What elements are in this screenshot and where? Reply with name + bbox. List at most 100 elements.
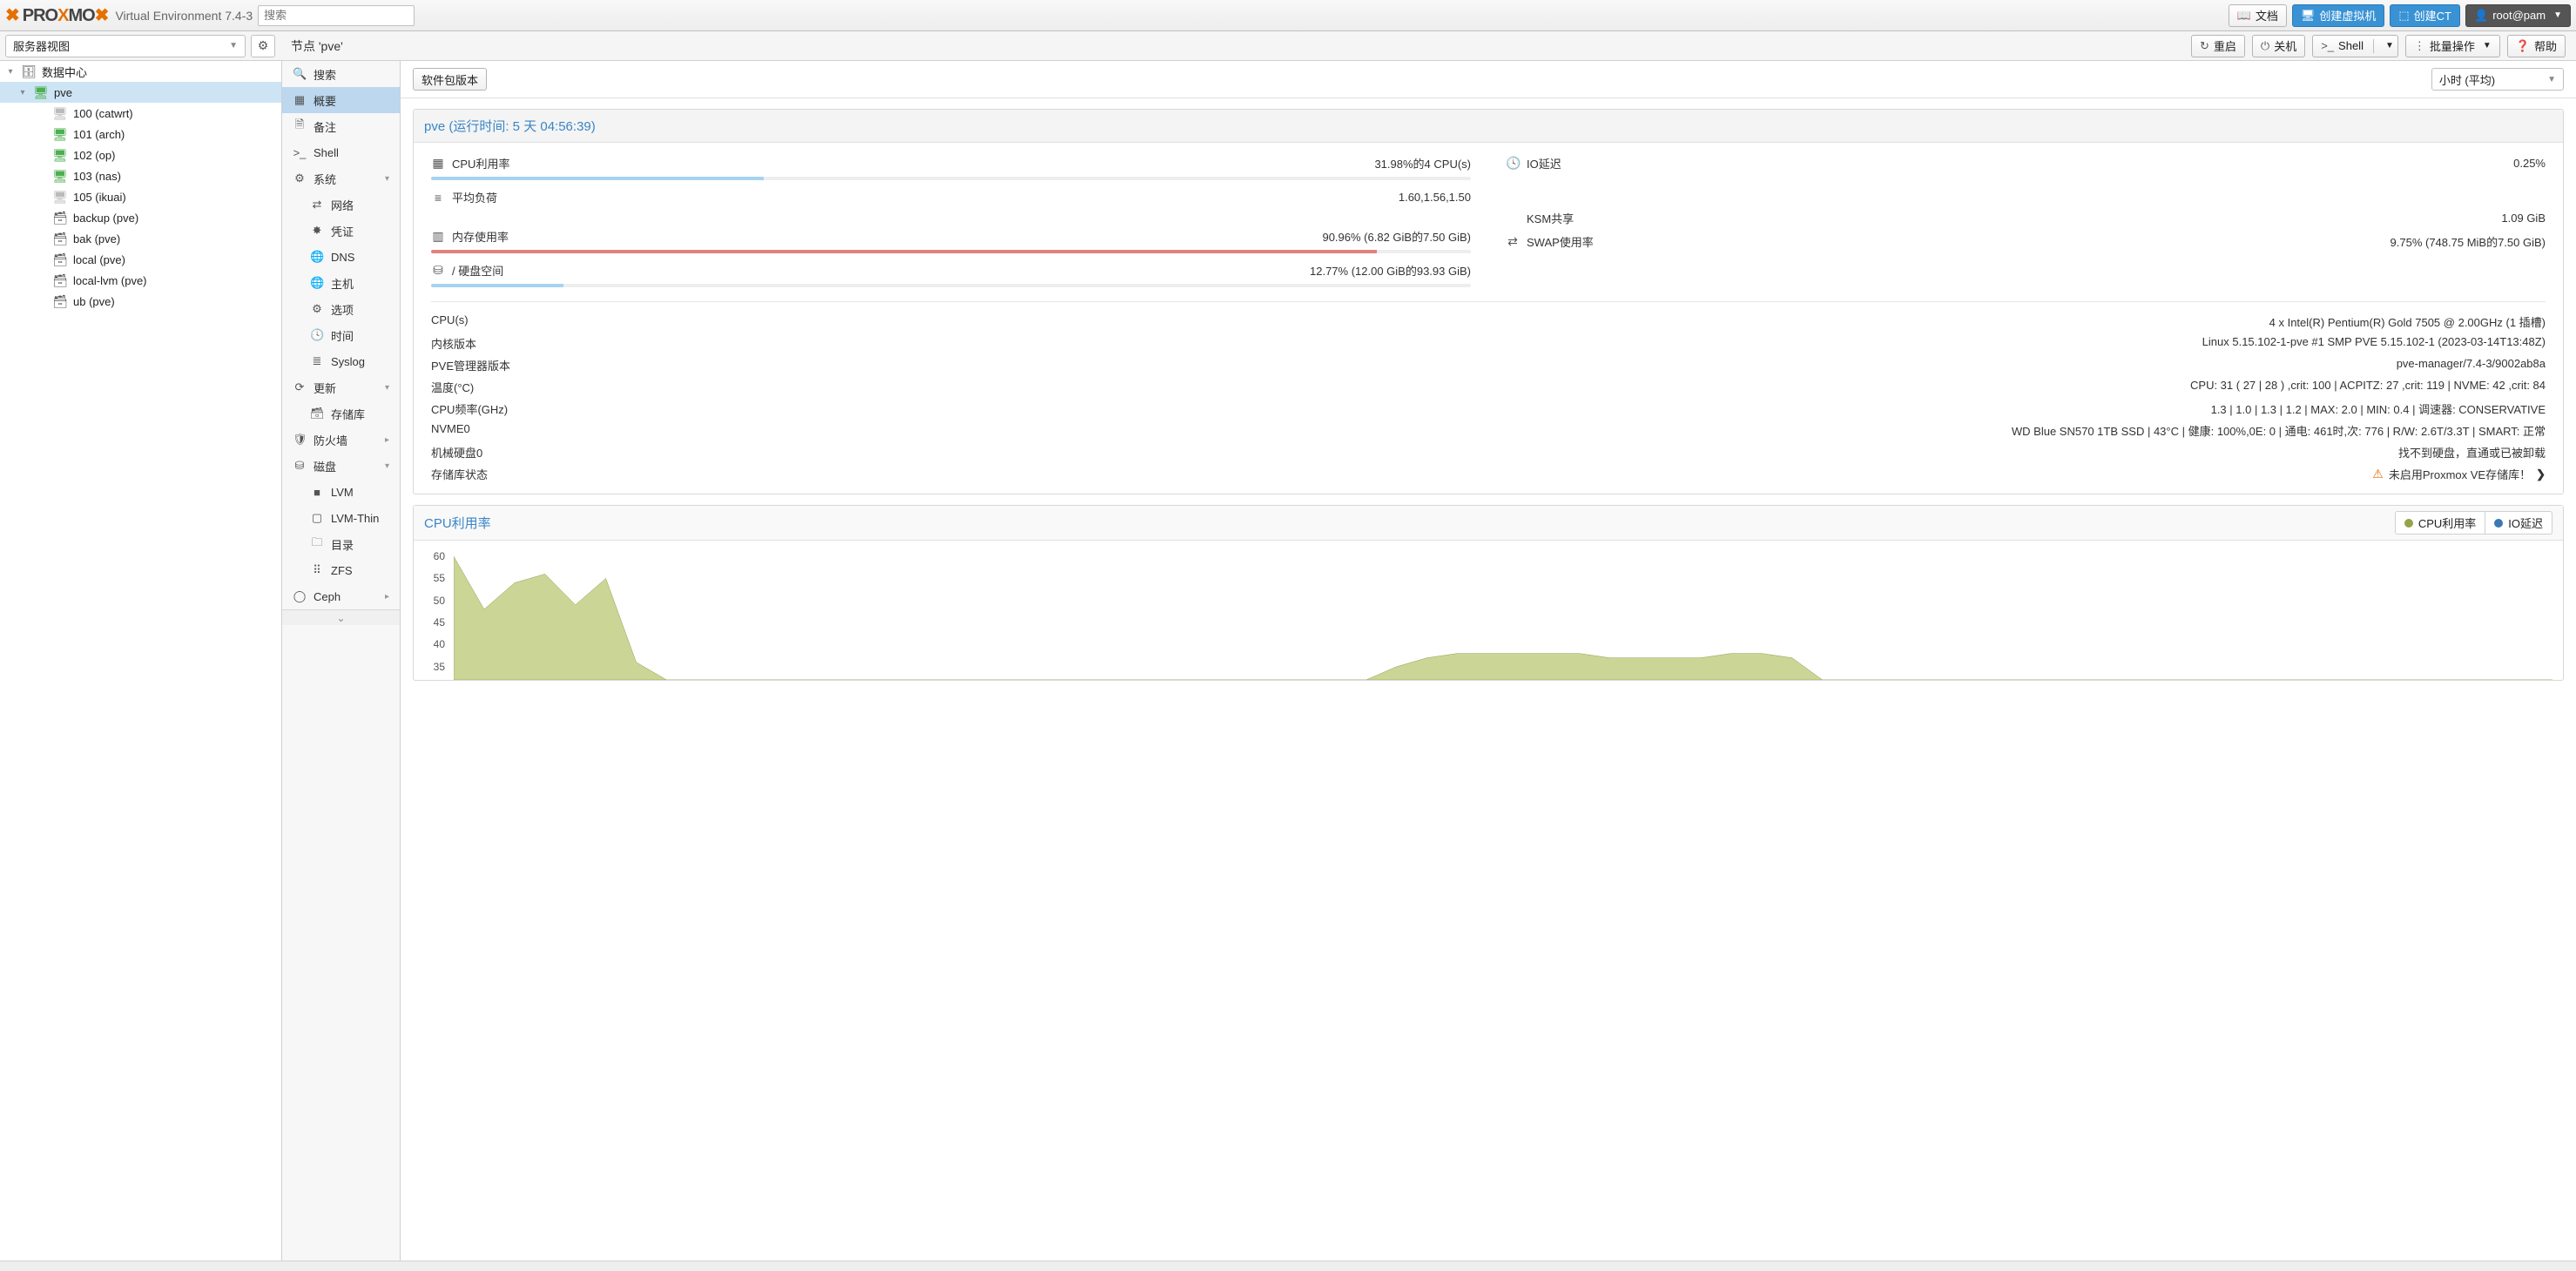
time-range-combo[interactable]: 小时 (平均) ▼	[2431, 68, 2564, 91]
nav-item[interactable]: >_Shell	[282, 139, 400, 165]
reboot-button[interactable]: ↻ 重启	[2191, 35, 2245, 57]
nav-item-icon: ⇄	[310, 198, 324, 212]
nav-item-label: DNS	[331, 251, 354, 264]
create-ct-button[interactable]: ⬚ 创建CT	[2390, 4, 2460, 27]
nav-item[interactable]: ≣Syslog	[282, 348, 400, 374]
nav-item[interactable]: 🗎备注	[282, 113, 400, 139]
stat-label: CPU利用率	[452, 155, 509, 171]
chevron-down-icon: ⌄	[336, 612, 345, 624]
bulk-label: 批量操作	[2430, 37, 2475, 54]
nav-item[interactable]: ■LVM	[282, 479, 400, 505]
nav-item-label: Syslog	[331, 355, 365, 368]
nav-item[interactable]: 🕓时间	[282, 322, 400, 348]
legend-label: CPU利用率	[2418, 514, 2476, 531]
package-versions-button[interactable]: 软件包版本	[413, 68, 487, 91]
info-key: 温度(°C)	[431, 379, 474, 395]
tree-item[interactable]: ▾🗄数据中心	[0, 61, 281, 82]
top-search-wrap	[258, 5, 415, 26]
tree-item[interactable]: ▾🖥pve	[0, 82, 281, 103]
nav-item[interactable]: ⠿ZFS	[282, 557, 400, 583]
nav-item-icon: ⛁	[293, 459, 307, 473]
tree-item[interactable]: 🗃local (pve)	[0, 249, 281, 270]
stat-row: ▦CPU利用率31.98%的4 CPU(s)	[431, 151, 1471, 175]
stat-bar	[431, 284, 1471, 287]
nav-item[interactable]: ⚙系统▾	[282, 165, 400, 192]
shell-label: Shell	[2338, 39, 2364, 52]
chevron-icon: ▾	[385, 461, 389, 471]
main-layout: ▾🗄数据中心▾🖥pve🖥100 (catwrt)🖥101 (arch)🖥102 …	[0, 61, 2576, 1261]
user-menu-button[interactable]: 👤 root@pam ▼	[2465, 4, 2571, 27]
tree-item[interactable]: 🗃bak (pve)	[0, 228, 281, 249]
repo-status-value: 未启用Proxmox VE存储库！	[2389, 466, 2531, 482]
nav-item[interactable]: 🔍搜索	[282, 61, 400, 87]
nav-item[interactable]: 🌐主机	[282, 270, 400, 296]
tree-item[interactable]: 🖥105 (ikuai)	[0, 186, 281, 207]
book-icon: 📖	[2237, 9, 2251, 23]
node-toolbar: ↻ 重启 ⏻ 关机 >_ Shell ▼ ⋮ 批量操作 ▼ ❓ 帮助	[2191, 35, 2571, 57]
tree-item[interactable]: 🖥100 (catwrt)	[0, 103, 281, 124]
y-tick-label: 35	[434, 661, 445, 673]
stat-bar	[431, 250, 1471, 253]
tree-item[interactable]: 🖥102 (op)	[0, 145, 281, 165]
chevron-icon: ▾	[385, 383, 389, 393]
nav-item-label: 概要	[314, 92, 336, 109]
help-button[interactable]: ❓ 帮助	[2507, 35, 2566, 57]
nav-item[interactable]: ⟳更新▾	[282, 374, 400, 400]
nav-item-label: 网络	[331, 197, 354, 213]
breadcrumb: 节点 'pve'	[280, 37, 2186, 55]
tree-item-label: 数据中心	[42, 64, 87, 80]
nav-collapse-toggle[interactable]: ⌄	[282, 609, 400, 625]
nav-item[interactable]: 🗀目录	[282, 531, 400, 557]
view-selector-combo[interactable]: 服务器视图 ▼	[5, 35, 246, 57]
nav-item[interactable]: 🛡防火墙▸	[282, 427, 400, 453]
nav-item-icon: 🗀	[310, 535, 324, 554]
shell-button[interactable]: >_ Shell ▼	[2312, 35, 2398, 57]
nav-item-icon: 🕓	[310, 328, 324, 342]
shutdown-button[interactable]: ⏻ 关机	[2252, 35, 2305, 57]
tree-item[interactable]: 🖥101 (arch)	[0, 124, 281, 145]
nav-item[interactable]: ⇄ 网络	[282, 192, 400, 218]
legend-item[interactable]: CPU利用率	[2395, 511, 2485, 535]
nav-item[interactable]: 🌐DNS	[282, 244, 400, 270]
logo-text-mo: MO	[68, 6, 94, 25]
legend-item[interactable]: IO延迟	[2485, 511, 2552, 535]
nav-item-icon: ◯	[293, 589, 307, 603]
tree-item[interactable]: 🗃ub (pve)	[0, 291, 281, 312]
nav-item-label: 存储库	[331, 406, 365, 422]
nav-item[interactable]: ⚙选项	[282, 296, 400, 322]
nav-item-icon: 🌐	[310, 276, 324, 290]
tree-expander-icon: ▾	[17, 88, 28, 98]
logo-x-right-icon: ✖	[95, 6, 109, 25]
stat-value: 0.25%	[2513, 157, 2546, 170]
nav-item[interactable]: ▢LVM-Thin	[282, 505, 400, 531]
tree-node-icon: 🖥	[33, 85, 49, 100]
nav-item[interactable]: 🗃存储库	[282, 400, 400, 427]
nav-item-label: ZFS	[331, 564, 353, 577]
nav-item-label: 备注	[314, 118, 336, 135]
nav-item[interactable]: ⛁磁盘▾	[282, 453, 400, 479]
info-row: 内核版本Linux 5.15.102-1-pve #1 SMP PVE 5.15…	[431, 333, 2546, 354]
stat-icon: ⇄	[1506, 234, 1520, 249]
tree-item[interactable]: 🗃backup (pve)	[0, 207, 281, 228]
stat-value: 12.77% (12.00 GiB的93.93 GiB)	[1310, 262, 1471, 279]
create-vm-button[interactable]: 🖥 创建虚拟机	[2292, 4, 2385, 27]
stat-row: ⇄SWAP使用率9.75% (748.75 MiB的7.50 GiB)	[1506, 230, 2546, 253]
repo-status-row[interactable]: 存储库状态 ⚠ 未启用Proxmox VE存储库！ ❯	[431, 463, 2546, 485]
nav-item-label: LVM-Thin	[331, 512, 379, 525]
info-row: PVE管理器版本pve-manager/7.4-3/9002ab8a	[431, 354, 2546, 376]
top-search-input[interactable]	[258, 5, 415, 26]
nav-item[interactable]: ◯Ceph▸	[282, 583, 400, 609]
bulk-actions-button[interactable]: ⋮ 批量操作 ▼	[2405, 35, 2500, 57]
tree-settings-button[interactable]: ⚙	[251, 35, 275, 57]
stat-icon: ≡	[431, 191, 445, 205]
nav-item[interactable]: ▦ 概要	[282, 87, 400, 113]
tree-item[interactable]: 🗃local-lvm (pve)	[0, 270, 281, 291]
nav-item-icon: ▦	[293, 93, 307, 107]
terminal-icon: >_	[2321, 39, 2334, 52]
nav-item-label: 搜索	[314, 66, 336, 83]
nav-item-label: 防火墙	[314, 432, 347, 448]
docs-button[interactable]: 📖 文档	[2229, 4, 2287, 27]
chevron-down-icon: ▼	[229, 41, 238, 50]
nav-item[interactable]: ✸凭证	[282, 218, 400, 244]
tree-item[interactable]: 🖥103 (nas)	[0, 165, 281, 186]
